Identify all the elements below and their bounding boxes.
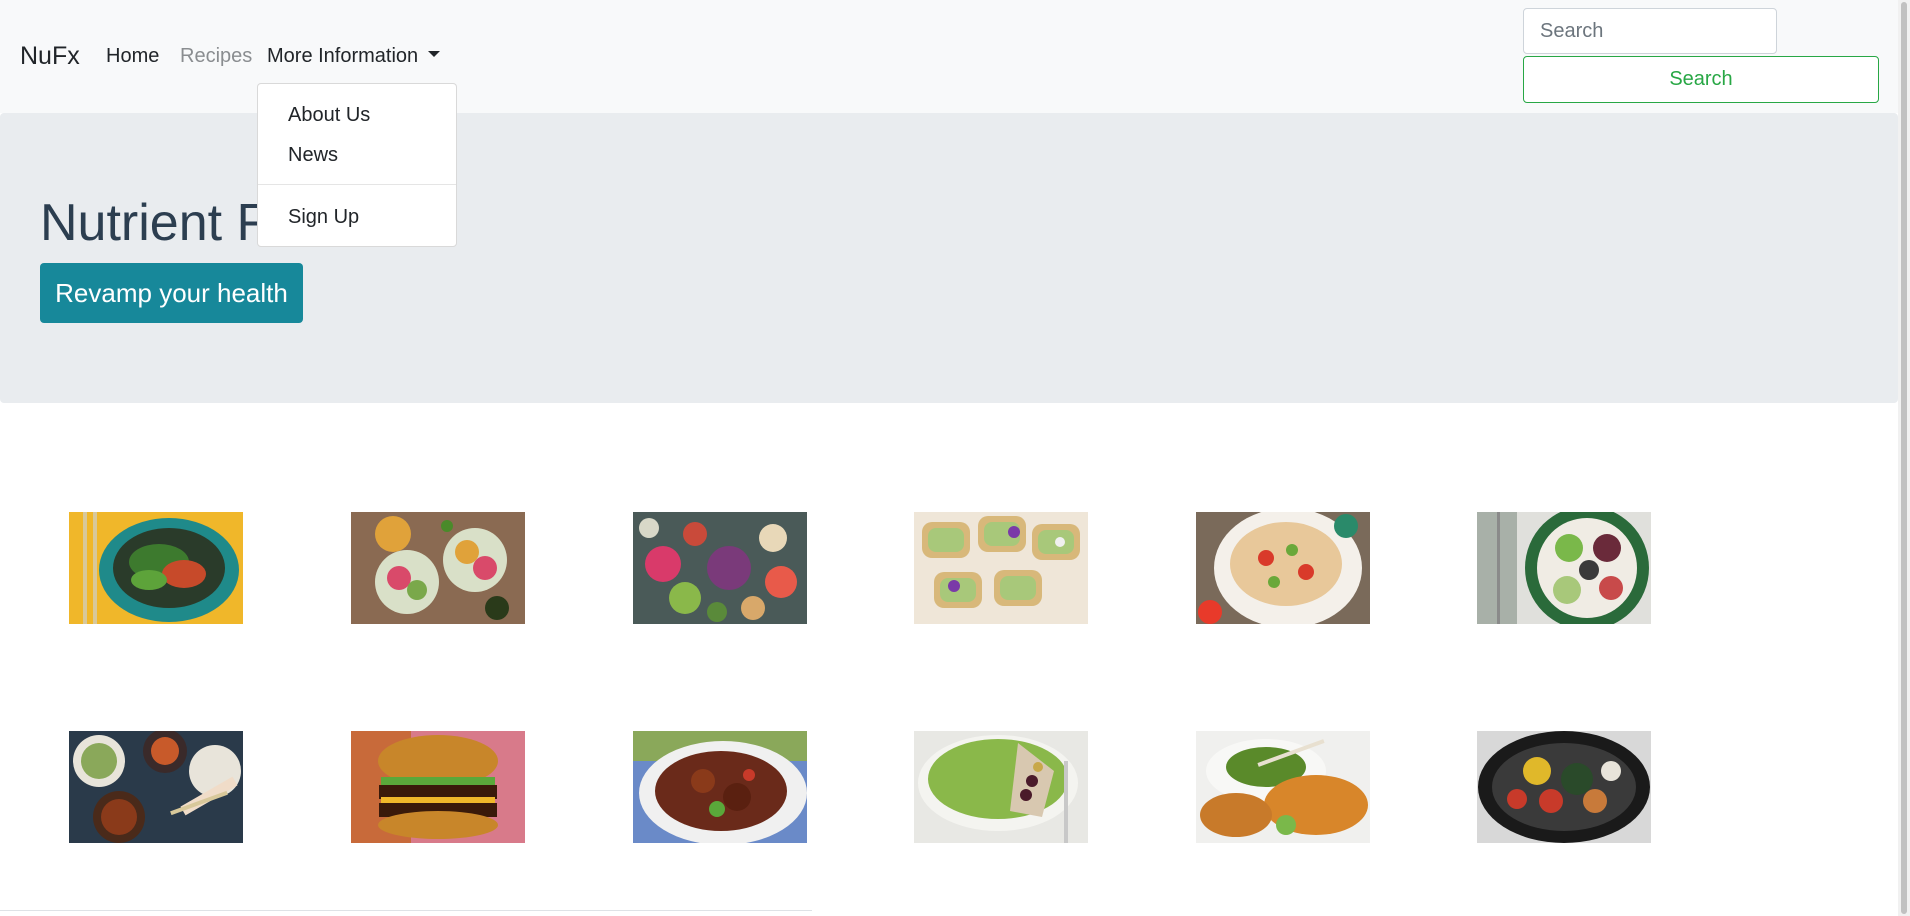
food-image-pasta-salad[interactable] xyxy=(1196,512,1370,624)
food-image-cheeseburger[interactable] xyxy=(351,731,525,843)
brand-logo[interactable]: NuFx xyxy=(20,42,80,71)
food-image-chicken-with-green-sauce[interactable] xyxy=(1196,731,1370,843)
food-image-asian-dishes[interactable] xyxy=(69,731,243,843)
nav-more-information[interactable]: More Information xyxy=(267,45,441,68)
food-image-vegetable-spread[interactable] xyxy=(633,512,807,624)
food-image-buddha-bowls[interactable] xyxy=(351,512,525,624)
dropdown-item-about-us[interactable]: About Us xyxy=(288,104,370,127)
nav-home[interactable]: Home xyxy=(106,45,159,68)
caret-down-icon xyxy=(428,50,441,57)
nav-recipes[interactable]: Recipes xyxy=(180,45,252,68)
food-image-grain-bowl[interactable] xyxy=(1477,512,1651,624)
dropdown-item-news[interactable]: News xyxy=(288,144,338,167)
search-input[interactable] xyxy=(1523,8,1777,54)
search-button[interactable]: Search xyxy=(1523,56,1879,103)
scrollbar-thumb[interactable] xyxy=(1901,2,1907,914)
food-image-noodle-salad-bowl[interactable] xyxy=(69,512,243,624)
hero-title: Nutrient F xyxy=(40,194,269,252)
dropdown-item-sign-up[interactable]: Sign Up xyxy=(288,206,359,229)
food-image-avocado-toasts[interactable] xyxy=(914,512,1088,624)
bottom-divider xyxy=(0,910,812,911)
nav-more-information-label: More Information xyxy=(267,45,419,67)
food-image-green-smoothie-bowl[interactable] xyxy=(914,731,1088,843)
more-information-dropdown: About Us News Sign Up xyxy=(257,83,457,247)
food-image-glazed-pork[interactable] xyxy=(633,731,807,843)
revamp-health-button[interactable]: Revamp your health xyxy=(40,263,303,323)
dropdown-divider xyxy=(258,184,456,185)
food-image-vegetable-skillet[interactable] xyxy=(1477,731,1651,843)
